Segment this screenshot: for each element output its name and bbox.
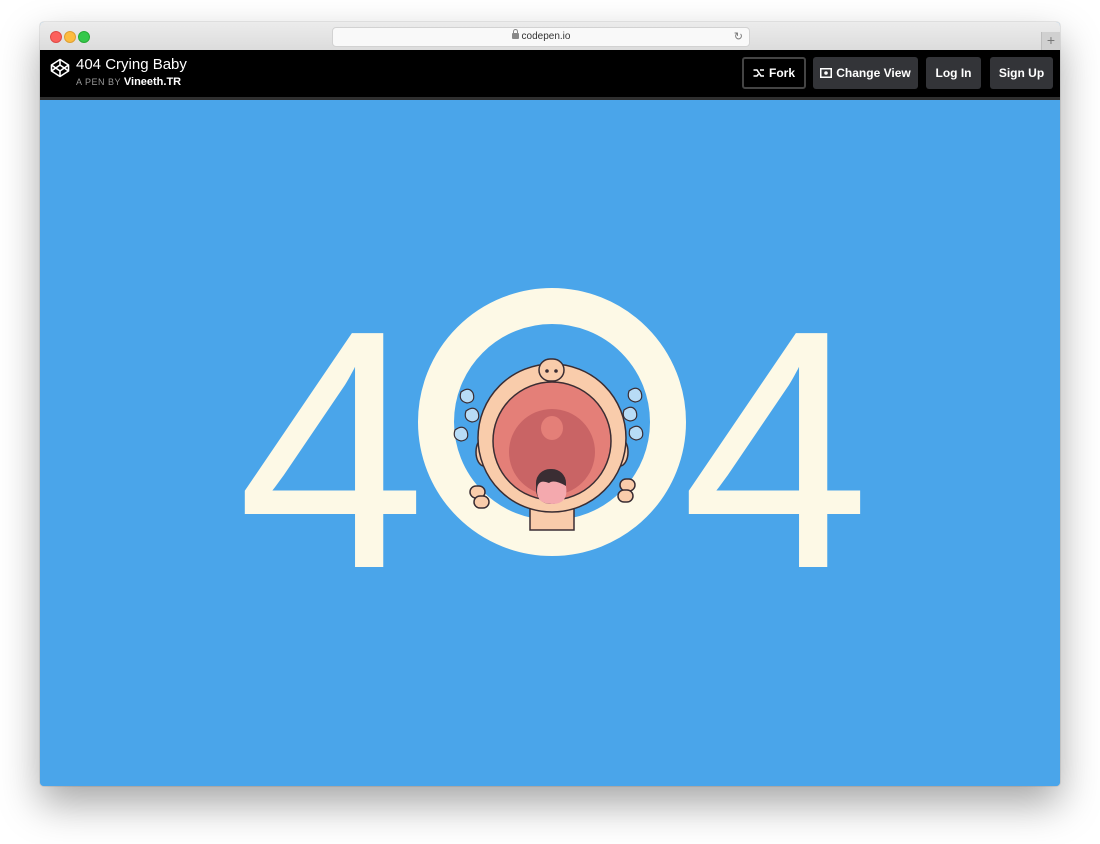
address-text: codepen.io (521, 31, 571, 42)
browser-titlebar: codepen.io ↻ + (40, 22, 1060, 51)
fork-button[interactable]: Fork (742, 57, 806, 89)
fork-label: Fork (768, 66, 795, 80)
byline-prefix: A PEN BY (76, 77, 121, 87)
change-view-button[interactable]: Change View (813, 57, 918, 89)
fork-icon (753, 69, 764, 77)
codepen-header: 404 Crying Baby A PEN BY Vineeth.TR Fork… (40, 50, 1060, 100)
crying-baby-zero-illustration (418, 288, 686, 556)
change-view-label: Change View (836, 66, 911, 80)
layout-icon (820, 67, 833, 78)
author-link[interactable]: Vineeth.TR (124, 76, 181, 88)
sign-up-button[interactable]: Sign Up (990, 57, 1053, 89)
new-tab-button[interactable]: + (1041, 32, 1060, 50)
minimize-window-button[interactable] (64, 31, 76, 43)
browser-window: codepen.io ↻ + 404 Crying Baby A PEN BY … (40, 22, 1060, 786)
reload-icon[interactable]: ↻ (734, 28, 743, 46)
lock-icon (511, 29, 519, 39)
pen-byline: A PEN BY Vineeth.TR (76, 76, 181, 88)
pen-title: 404 Crying Baby (76, 56, 187, 73)
address-bar[interactable]: codepen.io ↻ (332, 27, 750, 47)
log-in-button[interactable]: Log In (926, 57, 981, 89)
pen-preview: 4 4 (40, 100, 1060, 786)
zoom-window-button[interactable] (78, 31, 90, 43)
close-window-button[interactable] (50, 31, 62, 43)
codepen-logo-icon[interactable] (50, 58, 70, 78)
